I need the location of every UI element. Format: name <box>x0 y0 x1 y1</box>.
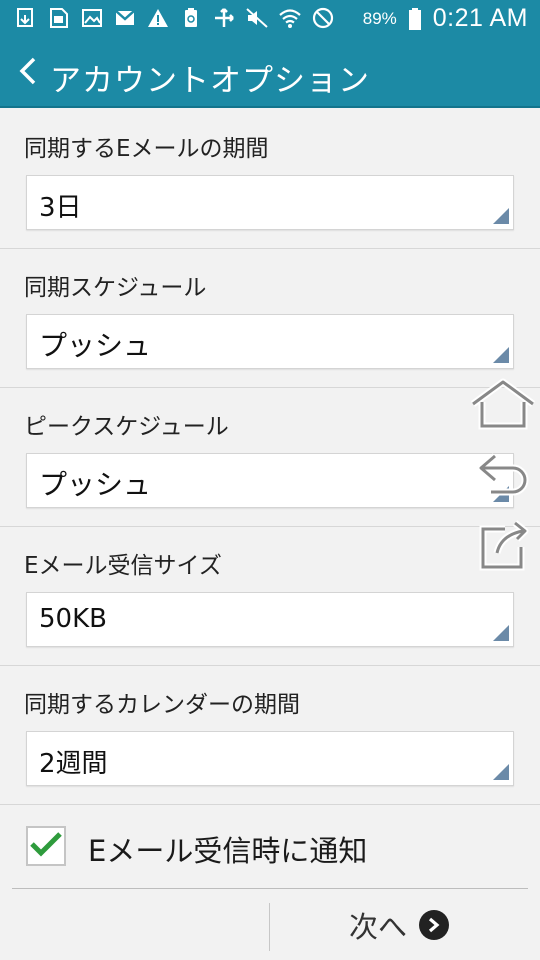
status-bar: 89% 0:21 AM <box>0 0 540 38</box>
dropdown-value: 50KB <box>39 604 107 634</box>
chevron-right-circle-icon <box>419 910 449 940</box>
mute-icon <box>245 6 269 30</box>
setting-calendar-sync-period: 同期するカレンダーの期間 2週間 <box>0 666 540 805</box>
notify-checkbox[interactable] <box>26 826 66 866</box>
dropdown-arrow-icon <box>493 625 509 641</box>
dropdown-value: 2週間 <box>39 749 108 779</box>
setting-peak-schedule: ピークスケジュール プッシュ <box>0 388 540 527</box>
blocked-icon <box>311 6 335 30</box>
undo-icon <box>475 450 533 506</box>
sync-schedule-dropdown[interactable]: プッシュ <box>26 314 514 369</box>
share-icon <box>475 519 533 577</box>
setting-email-sync-period: 同期するEメールの期間 3日 <box>0 110 540 249</box>
image-icon <box>80 6 104 30</box>
back-button[interactable] <box>8 48 48 98</box>
download-icon <box>14 6 38 30</box>
action-bar: アカウントオプション <box>0 38 540 108</box>
warning-icon <box>146 6 170 30</box>
share-overlay-button[interactable] <box>474 520 534 576</box>
dropdown-arrow-icon <box>493 208 509 224</box>
peak-schedule-dropdown[interactable]: プッシュ <box>26 453 514 508</box>
next-button[interactable]: 次へ <box>270 889 528 960</box>
sync-arrows-icon <box>212 6 236 30</box>
footer-bar: 次へ <box>12 888 528 960</box>
battery-icon <box>403 7 427 31</box>
dropdown-value: プッシュ <box>39 329 152 362</box>
notify-on-receive-row[interactable]: Eメール受信時に通知 <box>0 806 540 888</box>
undo-overlay-button[interactable] <box>474 450 534 506</box>
email-sync-period-dropdown[interactable]: 3日 <box>26 175 514 230</box>
wifi-icon <box>278 6 302 30</box>
sim-icon <box>47 6 71 30</box>
notify-label: Eメール受信時に通知 <box>88 834 368 868</box>
chevron-left-icon <box>18 56 38 90</box>
setting-email-receive-size: Eメール受信サイズ 50KB <box>0 527 540 666</box>
dropdown-value: プッシュ <box>39 468 152 501</box>
dropdown-arrow-icon <box>493 347 509 363</box>
page-title: アカウントオプション <box>50 63 370 99</box>
calendar-sync-period-dropdown[interactable]: 2週間 <box>26 731 514 786</box>
dropdown-value: 3日 <box>39 193 82 223</box>
dropdown-arrow-icon <box>493 764 509 780</box>
setting-label: Eメール受信サイズ <box>24 553 222 579</box>
setting-label: 同期するカレンダーの期間 <box>24 692 300 718</box>
home-icon <box>469 378 537 434</box>
setting-label: ピークスケジュール <box>24 414 229 440</box>
clock: 0:21 AM <box>432 4 528 32</box>
setting-label: 同期するEメールの期間 <box>24 136 269 162</box>
gmail-icon <box>113 6 137 30</box>
checkmark-icon <box>29 830 63 862</box>
setting-sync-schedule: 同期スケジュール プッシュ <box>0 249 540 388</box>
setting-label: 同期スケジュール <box>24 275 207 301</box>
battery-percent: 89% <box>362 8 397 28</box>
email-receive-size-dropdown[interactable]: 50KB <box>26 592 514 647</box>
home-overlay-button[interactable] <box>468 378 538 434</box>
recycle-icon <box>179 6 203 30</box>
next-label: 次へ <box>348 910 407 944</box>
